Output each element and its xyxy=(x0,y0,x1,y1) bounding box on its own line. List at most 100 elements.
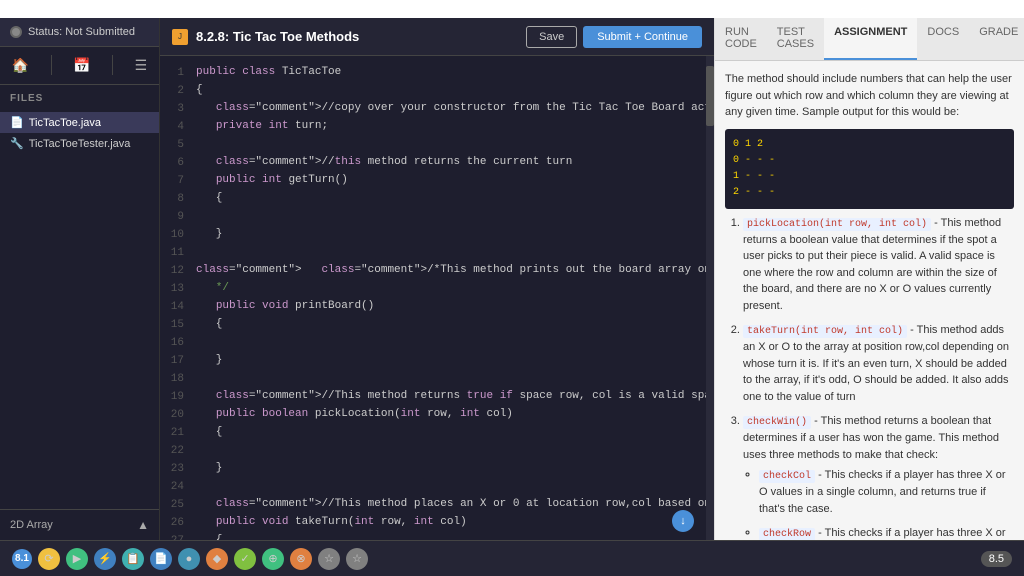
code-line: */ xyxy=(196,280,702,298)
bottom-icon-star2[interactable]: ☆ xyxy=(346,548,368,570)
line-number: 1 xyxy=(168,64,184,82)
score-badge: 8.5 xyxy=(981,551,1012,567)
line-number: 11 xyxy=(168,244,184,262)
line-number: 24 xyxy=(168,478,184,496)
sidebar-status: Status: Not Submitted xyxy=(0,18,159,47)
line-number: 15 xyxy=(168,316,184,334)
bottom-icon-blue-circle[interactable]: ● xyxy=(178,548,200,570)
line-numbers: 1234567891011121314151617181920212223242… xyxy=(160,56,192,540)
line-number: 25 xyxy=(168,496,184,514)
file-name-tester: TicTacToeTester.java xyxy=(29,138,131,150)
code-area[interactable]: 1234567891011121314151617181920212223242… xyxy=(160,56,706,540)
file-item-tictactoetester[interactable]: 🔧 TicTacToeTester.java xyxy=(0,133,159,154)
sidebar-chevron-icon[interactable]: ▲ xyxy=(137,518,149,532)
code-content[interactable]: public class TicTacToe{ class="comment">… xyxy=(192,56,706,540)
code-line xyxy=(196,370,702,388)
file-icon-java: 📄 xyxy=(10,116,24,129)
status-circle xyxy=(10,26,22,38)
code-line: class="comment"> class="comment">/*This … xyxy=(196,262,702,280)
home-icon[interactable]: 🏠 xyxy=(6,55,35,76)
editor-wrapper: 1234567891011121314151617181920212223242… xyxy=(160,56,714,540)
line-number: 22 xyxy=(168,442,184,460)
code-line: { xyxy=(196,190,702,208)
code-line: { xyxy=(196,424,702,442)
file-item-tictactoe[interactable]: 📄 TicTacToe.java xyxy=(0,112,159,133)
line-number: 10 xyxy=(168,226,184,244)
code-line: class="comment">//This method places an … xyxy=(196,496,702,514)
subitems-list: checkCol - This checks if a player has t… xyxy=(743,467,1014,540)
bottom-bar: 8.1 ⟳ ▶ ⚡ 📋 📄 ● ◆ ✓ ⊕ ⊗ ☆ ☆ 8.5 xyxy=(0,540,1024,576)
bottom-icon-check[interactable]: ✓ xyxy=(234,548,256,570)
code-line: class="comment">//this method returns th… xyxy=(196,154,702,172)
code-line: } xyxy=(196,352,702,370)
code-line: public void printBoard() xyxy=(196,298,702,316)
code-line: } xyxy=(196,460,702,478)
code-line: { xyxy=(196,82,702,100)
right-content: The method should include numbers that c… xyxy=(715,61,1024,540)
bottom-icon-x-circle[interactable]: ⊗ xyxy=(290,548,312,570)
bottom-icon-plus-circle[interactable]: ⊕ xyxy=(262,548,284,570)
app-container: Status: Not Submitted 🏠 📅 ☰ FILES 📄 TicT… xyxy=(0,18,1024,540)
code-line: } xyxy=(196,226,702,244)
sidebar-bottom: 2D Array ▲ xyxy=(0,509,159,540)
save-button[interactable]: Save xyxy=(526,26,577,48)
line-number: 4 xyxy=(168,118,184,136)
calendar-icon[interactable]: 📅 xyxy=(67,55,96,76)
code-line xyxy=(196,442,702,460)
code-line xyxy=(196,244,702,262)
line-number: 6 xyxy=(168,154,184,172)
line-number: 21 xyxy=(168,424,184,442)
code-scroll-area: 1234567891011121314151617181920212223242… xyxy=(160,56,714,540)
instruction-item-3: takeTurn(int row, int col) - This method… xyxy=(743,322,1014,405)
line-number: 2 xyxy=(168,82,184,100)
code-vscroll-thumb[interactable] xyxy=(706,66,714,126)
code-vscrollbar[interactable] xyxy=(706,56,714,540)
line-number: 5 xyxy=(168,136,184,154)
subitem-checkcol: checkCol - This checks if a player has t… xyxy=(759,467,1014,517)
code-line: { xyxy=(196,532,702,540)
code-line: public void takeTurn(int row, int col) xyxy=(196,514,702,532)
line-number: 8 xyxy=(168,190,184,208)
line-number: 20 xyxy=(168,406,184,424)
tab-assignment[interactable]: ASSIGNMENT xyxy=(824,18,917,60)
tab-test-cases[interactable]: TEST CASES xyxy=(767,18,824,60)
menu-icon[interactable]: ☰ xyxy=(129,55,154,76)
line-number: 7 xyxy=(168,172,184,190)
line-number: 9 xyxy=(168,208,184,226)
code-line: class="comment">//copy over your constru… xyxy=(196,100,702,118)
instruction-item-2: pickLocation(int row, int col) - This me… xyxy=(743,215,1014,315)
status-text: Status: Not Submitted xyxy=(28,26,135,38)
bottom-icon-run[interactable]: ▶ xyxy=(66,548,88,570)
code-line: public boolean pickLocation(int row, int… xyxy=(196,406,702,424)
code-line: class="comment">//This method returns tr… xyxy=(196,388,702,406)
subitem-checkrow: checkRow - This checks if a player has t… xyxy=(759,525,1014,540)
files-label: FILES xyxy=(0,85,159,112)
line-number: 26 xyxy=(168,514,184,532)
code-line xyxy=(196,136,702,154)
scroll-bottom-button[interactable]: ↓ xyxy=(672,510,694,532)
file-name-tictactoe: TicTacToe.java xyxy=(29,117,101,129)
tab-docs[interactable]: DOCS xyxy=(917,18,969,60)
top-bar xyxy=(0,0,1024,18)
submit-continue-button[interactable]: Submit + Continue xyxy=(583,26,702,48)
code-line: public class TicTacToe xyxy=(196,64,702,82)
bottom-icon-doc[interactable]: 📄 xyxy=(150,548,172,570)
bottom-icon-lightning[interactable]: ⚡ xyxy=(94,548,116,570)
tab-run-code[interactable]: RUN CODE xyxy=(715,18,767,60)
bottom-icon-clipboard[interactable]: 📋 xyxy=(122,548,144,570)
sidebar-bottom-label: 2D Array xyxy=(10,519,53,531)
file-tree: 📄 TicTacToe.java 🔧 TicTacToeTester.java xyxy=(0,112,159,509)
line-number: 19 xyxy=(168,388,184,406)
sidebar: Status: Not Submitted 🏠 📅 ☰ FILES 📄 TicT… xyxy=(0,18,160,540)
bottom-icon-orange[interactable]: ◆ xyxy=(206,548,228,570)
bottom-icon-refresh[interactable]: ⟳ xyxy=(38,548,60,570)
bottom-icon-star1[interactable]: ☆ xyxy=(318,548,340,570)
code-line xyxy=(196,334,702,352)
code-line: private int turn; xyxy=(196,118,702,136)
line-number: 23 xyxy=(168,460,184,478)
tab-grade[interactable]: GRADE xyxy=(969,18,1024,60)
sidebar-icons: 🏠 📅 ☰ xyxy=(0,47,159,85)
editor-header: J 8.2.8: Tic Tac Toe Methods Save Submit… xyxy=(160,18,714,56)
line-number: 14 xyxy=(168,298,184,316)
instructions-list: pickLocation(int row, int col) - This me… xyxy=(725,215,1014,541)
